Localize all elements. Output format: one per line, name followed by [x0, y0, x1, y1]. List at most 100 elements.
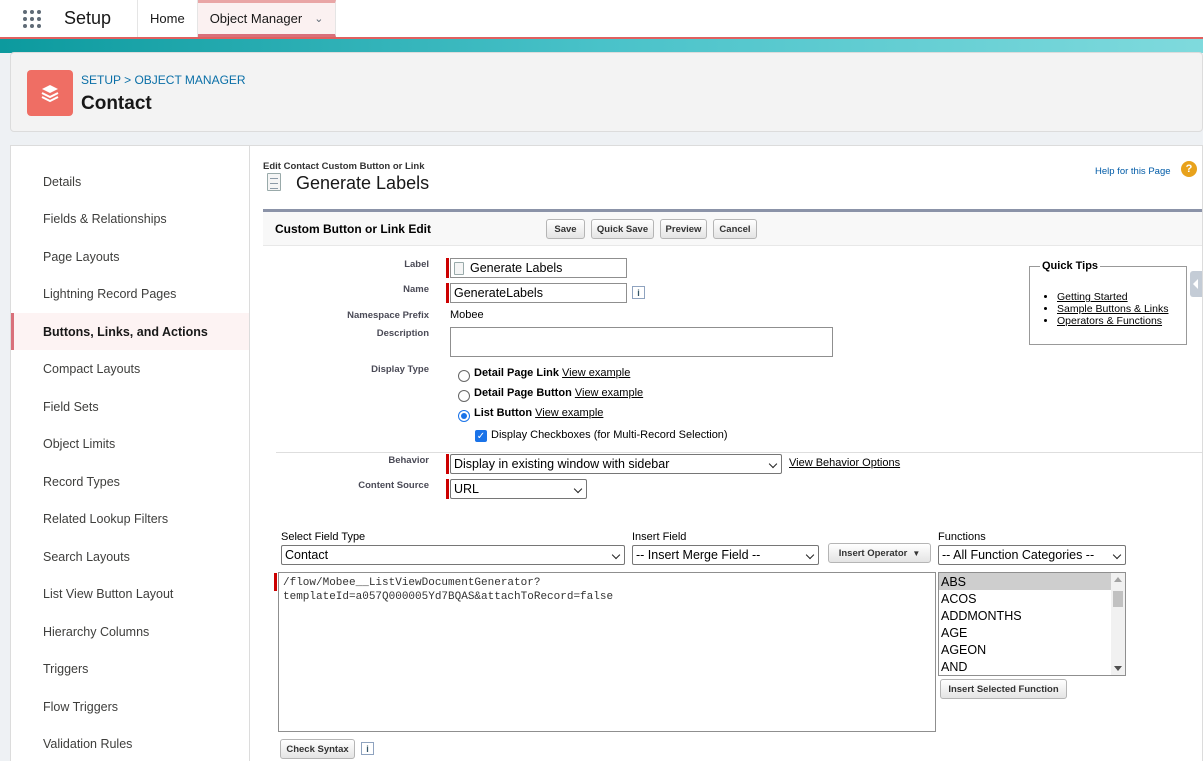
insert-selected-function-button[interactable]: Insert Selected Function [940, 679, 1067, 699]
help-icon[interactable]: ? [1181, 161, 1197, 177]
functions-list[interactable]: ABS ACOS ADDMONTHS AGE AGEON AND [938, 572, 1126, 676]
sidebar-item-page-layouts[interactable]: Page Layouts [11, 238, 250, 275]
tab-object-manager[interactable]: Object Manager ⌄ [197, 0, 337, 37]
main-content: Edit Contact Custom Button or Link Gener… [249, 145, 1203, 761]
content-source-select[interactable]: URL [450, 479, 587, 499]
function-option[interactable]: ADDMONTHS [939, 607, 1125, 624]
display-type-label: Display Type [371, 364, 429, 375]
tab-home[interactable]: Home [138, 0, 198, 37]
sidebar-item-field-sets[interactable]: Field Sets [11, 388, 250, 425]
functions-label: Functions [938, 531, 986, 543]
option-detail-page-button: Detail Page Button View example [474, 387, 644, 399]
scroll-thumb[interactable] [1113, 591, 1123, 607]
behavior-select[interactable]: Display in existing window with sidebar [450, 454, 782, 474]
function-option[interactable]: ACOS [939, 590, 1125, 607]
namespace-label: Namespace Prefix [347, 310, 429, 321]
display-checkboxes-label: Display Checkboxes (for Multi-Record Sel… [491, 429, 728, 441]
required-marker [274, 573, 277, 591]
sidebar-item-triggers[interactable]: Triggers [11, 650, 250, 687]
scroll-up-icon[interactable] [1114, 577, 1122, 582]
required-marker [446, 454, 449, 474]
preview-button[interactable]: Preview [660, 219, 707, 239]
operators-functions-link[interactable]: Operators & Functions [1057, 315, 1162, 327]
name-input[interactable]: GenerateLabels [450, 283, 627, 303]
breadcrumb[interactable]: SETUP > OBJECT MANAGER [81, 73, 246, 87]
sidebar-item-fields-relationships[interactable]: Fields & Relationships [11, 200, 250, 237]
sidebar-item-details[interactable]: Details [11, 163, 250, 200]
check-syntax-button[interactable]: Check Syntax [280, 739, 355, 759]
header-band [0, 39, 1203, 53]
function-option[interactable]: ABS [939, 573, 1125, 590]
radio-detail-page-link[interactable] [458, 370, 470, 382]
functions-scrollbar[interactable] [1111, 573, 1125, 675]
sidebar-item-validation-rules[interactable]: Validation Rules [11, 725, 250, 761]
function-option[interactable]: AND [939, 658, 1125, 675]
chevron-down-icon: ▼ [912, 548, 921, 558]
formula-editor[interactable]: /flow/Mobee__ListViewDocumentGenerator? … [278, 572, 936, 732]
page-title: Generate Labels [296, 173, 430, 193]
scroll-down-icon[interactable] [1114, 666, 1122, 671]
name-field-label: Name [403, 284, 429, 295]
namespace-value: Mobee [450, 309, 484, 321]
edit-block-title: Custom Button or Link Edit [275, 222, 431, 236]
description-textarea[interactable] [450, 327, 833, 357]
field-type-select[interactable]: Contact [281, 545, 625, 565]
sidebar-item-flow-triggers[interactable]: Flow Triggers [11, 688, 250, 725]
sidebar-item-record-types[interactable]: Record Types [11, 463, 250, 500]
save-button[interactable]: Save [546, 219, 585, 239]
object-title: Contact [81, 93, 152, 114]
document-icon [454, 261, 464, 275]
collapse-tab-icon[interactable] [1190, 271, 1202, 297]
required-marker [446, 283, 449, 303]
view-behavior-options-link[interactable]: View Behavior Options [789, 457, 900, 469]
label-input-value: Generate Labels [470, 261, 563, 275]
global-nav: Setup Home Object Manager ⌄ [0, 0, 1203, 38]
object-sidebar: Details Fields & Relationships Page Layo… [10, 145, 250, 761]
app-name: Setup [54, 0, 138, 37]
help-link[interactable]: Help for this Page [1095, 166, 1171, 177]
quick-tips-box: Quick Tips Getting Started Sample Button… [1029, 260, 1187, 345]
behavior-label: Behavior [388, 455, 429, 466]
display-checkboxes-checkbox[interactable]: ✓ [475, 430, 487, 442]
required-marker [446, 479, 449, 499]
view-example-link[interactable]: View example [562, 367, 630, 379]
radio-detail-page-button[interactable] [458, 390, 470, 402]
label-field-label: Label [404, 259, 429, 270]
info-icon[interactable]: i [361, 742, 374, 755]
option-list-button: List Button View example [474, 407, 604, 419]
layers-icon [27, 70, 73, 116]
function-option[interactable]: AGE [939, 624, 1125, 641]
view-example-link[interactable]: View example [535, 407, 603, 419]
select-field-type-label: Select Field Type [281, 531, 366, 543]
sample-buttons-links-link[interactable]: Sample Buttons & Links [1057, 303, 1168, 315]
app-launcher-icon[interactable] [10, 0, 54, 37]
required-marker [446, 258, 449, 278]
quick-save-button[interactable]: Quick Save [591, 219, 654, 239]
option-detail-page-link: Detail Page Link View example [474, 367, 631, 379]
sidebar-item-object-limits[interactable]: Object Limits [11, 425, 250, 462]
function-option[interactable]: AGEON [939, 641, 1125, 658]
function-category-select[interactable]: -- All Function Categories -- [938, 545, 1126, 565]
sidebar-item-list-view-button-layout[interactable]: List View Button Layout [11, 575, 250, 612]
radio-list-button[interactable] [458, 410, 470, 422]
sidebar-item-buttons-links-actions[interactable]: Buttons, Links, and Actions [11, 313, 250, 350]
info-icon[interactable]: i [632, 286, 645, 299]
sidebar-item-related-lookup-filters[interactable]: Related Lookup Filters [11, 500, 250, 537]
chevron-down-icon[interactable]: ⌄ [314, 12, 323, 25]
sidebar-item-compact-layouts[interactable]: Compact Layouts [11, 350, 250, 387]
tab-label: Home [150, 11, 185, 26]
sidebar-item-search-layouts[interactable]: Search Layouts [11, 538, 250, 575]
cancel-button[interactable]: Cancel [713, 219, 757, 239]
sidebar-item-lightning-record-pages[interactable]: Lightning Record Pages [11, 275, 250, 312]
view-example-link[interactable]: View example [575, 387, 643, 399]
label-input[interactable]: Generate Labels [450, 258, 627, 278]
sidebar-item-hierarchy-columns[interactable]: Hierarchy Columns [11, 613, 250, 650]
insert-operator-label: Insert Operator [838, 547, 908, 559]
insert-field-select[interactable]: -- Insert Merge Field -- [632, 545, 819, 565]
getting-started-link[interactable]: Getting Started [1057, 291, 1128, 303]
document-icon [267, 173, 281, 191]
insert-operator-button[interactable]: Insert Operator ▼ [828, 543, 931, 563]
tab-label: Object Manager [209, 11, 303, 26]
object-header: SETUP > OBJECT MANAGER Contact [10, 52, 1203, 132]
edit-block: Custom Button or Link Edit Save Quick Sa… [263, 209, 1202, 761]
